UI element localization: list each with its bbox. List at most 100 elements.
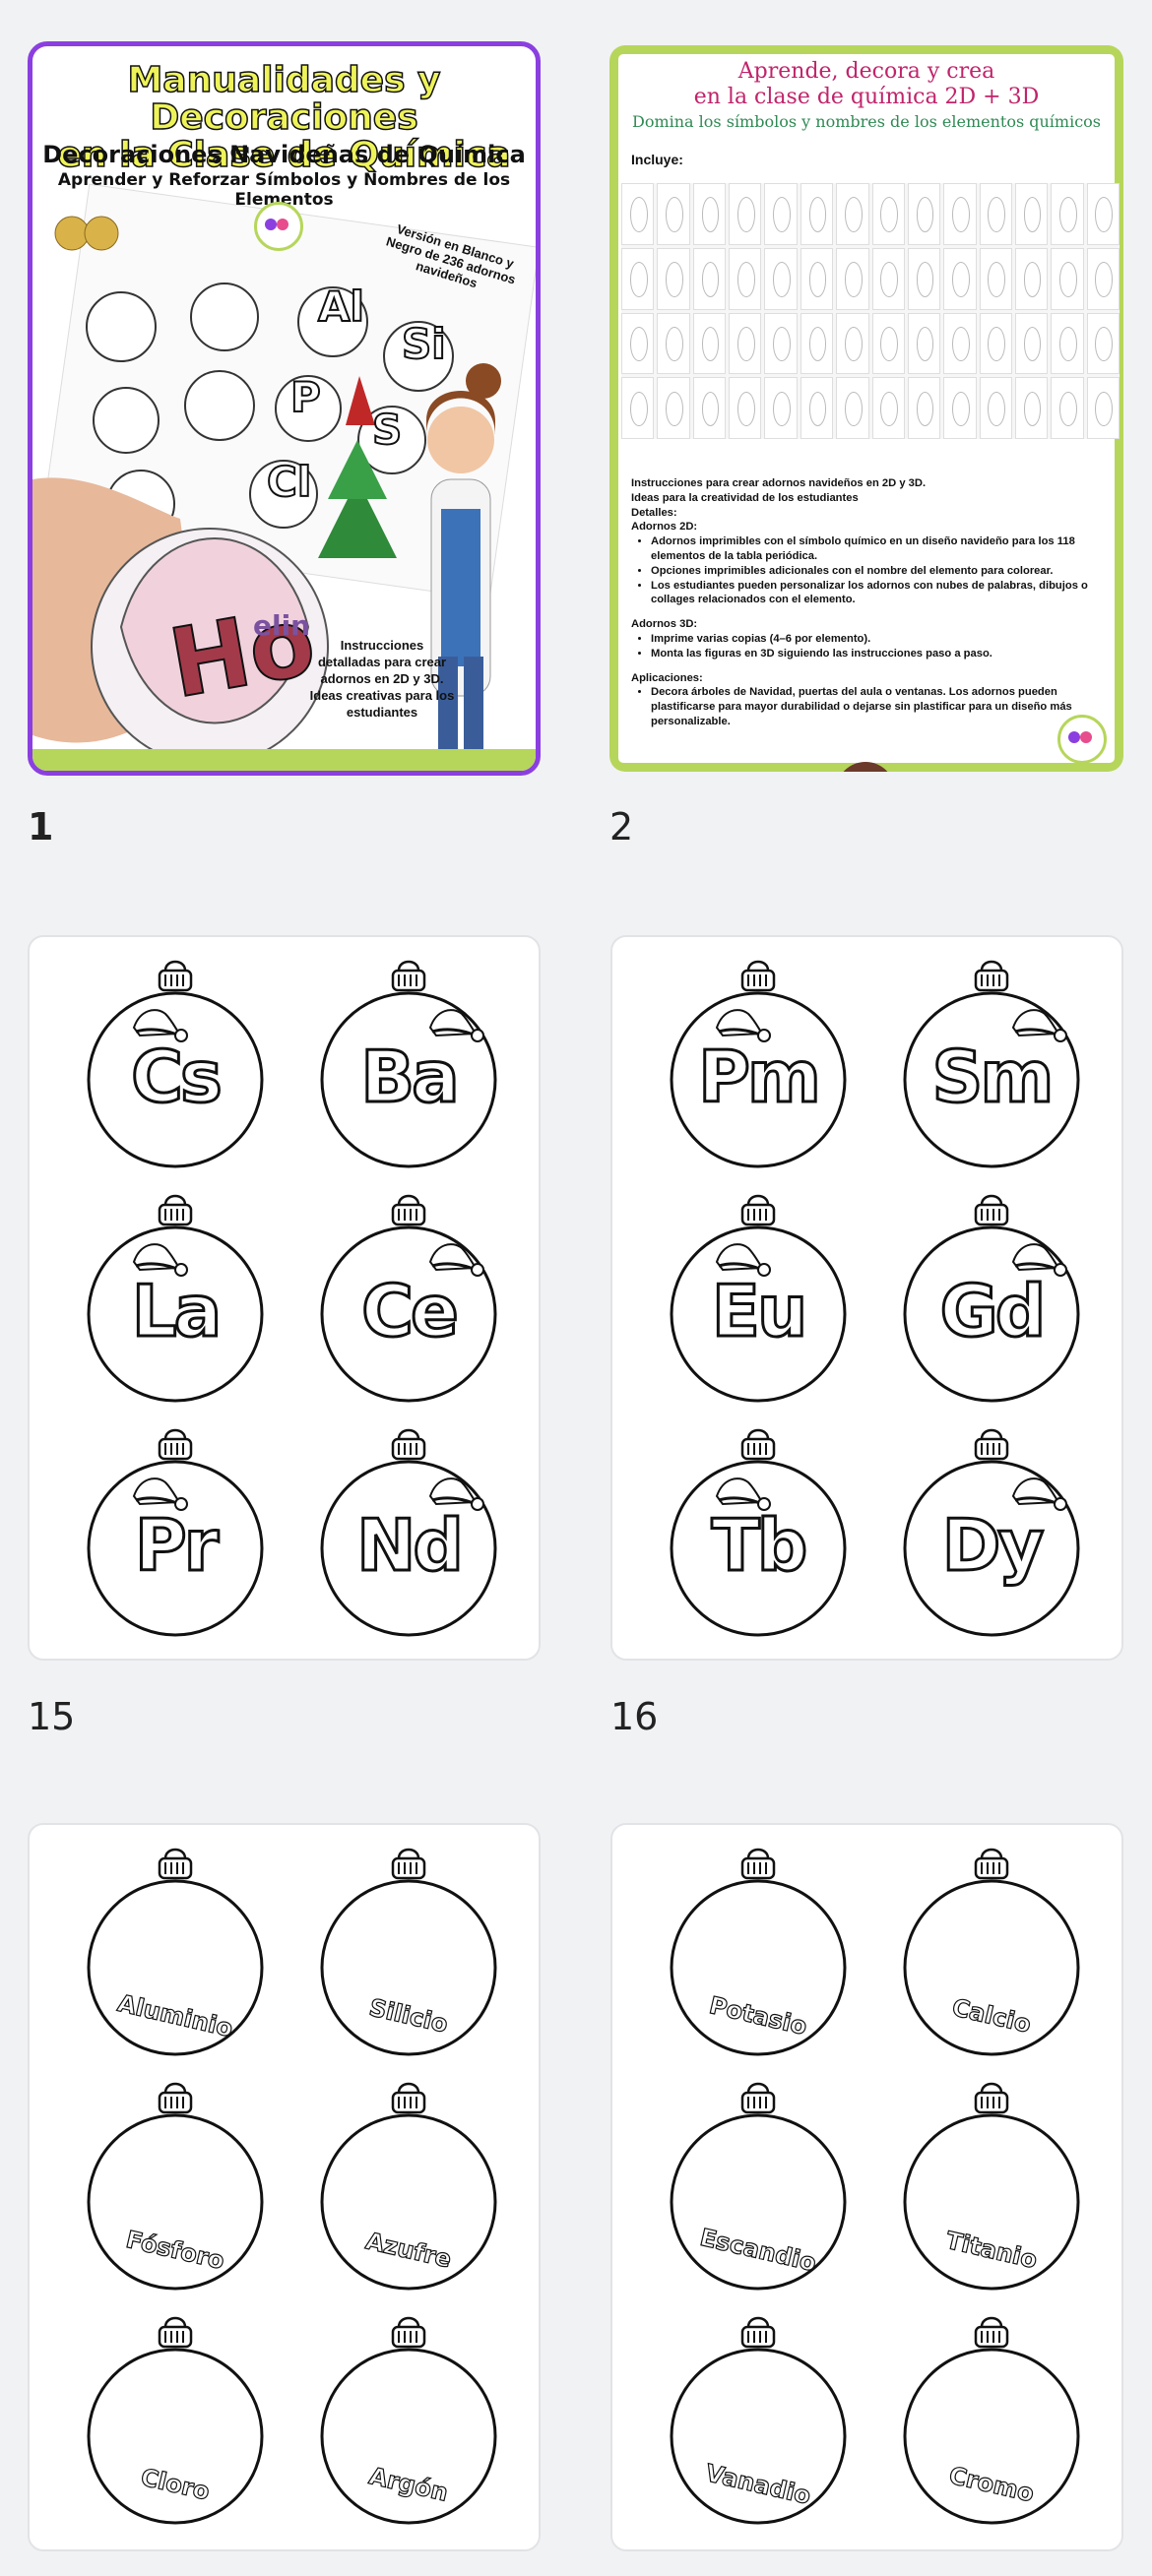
contents-preview-thumb (836, 377, 869, 439)
overview-subtitle: Domina los símbolos y nombres de los ele… (632, 112, 1101, 131)
element-symbol: Tb (710, 1504, 809, 1587)
page-thumbnail-2[interactable]: Aprende, decora y crea en la clase de qu… (609, 45, 1123, 772)
sample-symbol: P (289, 372, 322, 422)
ornament-symbol: Nd (320, 1425, 497, 1637)
ornament-symbol: Pr (87, 1425, 264, 1637)
contents-preview-thumb (907, 377, 941, 439)
element-symbol: Pr (133, 1504, 220, 1587)
contents-preview-thumb (800, 247, 834, 310)
element-symbol: Nd (355, 1504, 466, 1587)
contents-preview-thumb (621, 377, 655, 439)
ornament-name: Silicio (320, 1845, 497, 2056)
contents-preview-thumb (692, 183, 727, 245)
bullet-3d: Imprime varias copias (4–6 por elemento)… (651, 632, 1114, 647)
includes-label: Incluye: (631, 152, 683, 167)
contents-preview-thumb (836, 312, 869, 375)
ornament-name: Cloro (87, 2313, 264, 2525)
contents-preview-thumb (1051, 377, 1084, 439)
contents-preview-thumb (1014, 377, 1049, 439)
contents-preview-thumb (657, 247, 690, 310)
contents-preview-thumb (729, 312, 762, 375)
contents-preview-thumb (1086, 377, 1120, 439)
page-thumbnail-1[interactable]: Manualidades y Decoraciones en la Clase … (28, 41, 541, 776)
contents-preview-thumb (692, 247, 727, 310)
ornament-name: Azufre (320, 2079, 497, 2291)
contents-preview-thumb (1051, 247, 1084, 310)
ornament-symbol: Eu (670, 1191, 847, 1403)
ornament-symbol: Sm (903, 957, 1080, 1168)
bullet-2d: Los estudiantes pueden personalizar los … (651, 579, 1114, 608)
label-3d: Adornos 3D: (631, 618, 698, 631)
contents-preview-thumb (907, 183, 941, 245)
page-thumbnail-16[interactable]: Pm Sm Eu Gd Tb Dy (610, 935, 1123, 1661)
contents-preview-thumb (943, 247, 977, 310)
overview-line: Instrucciones para crear adornos navideñ… (631, 477, 927, 489)
contents-preview-thumb (657, 377, 690, 439)
bullet-2d: Opciones imprimibles adicionales con el … (651, 564, 1114, 579)
contents-preview-thumb (1014, 247, 1049, 310)
applications-label: Aplicaciones: (631, 671, 703, 684)
ornament-name: Fósforo (87, 2079, 264, 2291)
contents-preview-thumb (1014, 183, 1049, 245)
contents-preview-thumb (729, 183, 762, 245)
ornament-symbol: Tb (670, 1425, 847, 1637)
contents-preview-thumb (871, 247, 905, 310)
bullet-app: Decora árboles de Navidad, puertas del a… (651, 685, 1114, 728)
contents-preview-thumb (907, 247, 941, 310)
contents-preview-thumb (1051, 183, 1084, 245)
element-symbol: Dy (940, 1504, 1046, 1587)
ornament-name: Cromo (903, 2313, 1080, 2525)
contents-preview-thumb (1086, 183, 1120, 245)
contents-preview-thumb (621, 312, 655, 375)
element-symbol: Ce (360, 1270, 461, 1352)
contents-preview-thumb (1014, 312, 1049, 375)
bullet-2d: Adornos imprimibles con el símbolo quími… (651, 534, 1114, 564)
overview-line: Detalles: (631, 506, 677, 519)
photo-text: elin (253, 609, 311, 642)
ornament-name: Aluminio (87, 1845, 264, 2056)
sample-symbol: Si (401, 319, 447, 369)
ornament-symbol: Ce (320, 1191, 497, 1403)
page-number: 15 (28, 1695, 76, 1738)
contents-preview-thumb (943, 183, 977, 245)
contents-preview-thumb (979, 183, 1012, 245)
ornament-name: Argón (320, 2313, 497, 2525)
contents-preview-thumb (657, 312, 690, 375)
contents-preview-thumb (692, 312, 727, 375)
ornament-symbol: La (87, 1191, 264, 1403)
element-symbol: Pm (697, 1036, 823, 1118)
ornament-name: Vanadio (670, 2313, 847, 2525)
contents-preview-thumb (836, 247, 869, 310)
ornament-symbol: Pm (670, 957, 847, 1168)
contents-preview-thumb (1051, 312, 1084, 375)
sample-symbol: Cl (266, 457, 312, 507)
contents-preview-thumb (729, 247, 762, 310)
contents-preview-thumb (692, 377, 727, 439)
contents-preview-thumb (907, 312, 941, 375)
element-symbol: Cs (130, 1036, 224, 1118)
ornament-name: Potasio (670, 1845, 847, 2056)
contents-preview-thumb (764, 247, 798, 310)
contents-preview-thumb (800, 377, 834, 439)
element-symbol: Eu (710, 1270, 808, 1352)
contents-preview-thumb (871, 312, 905, 375)
contents-preview-thumb (657, 183, 690, 245)
contents-preview-thumb (764, 377, 798, 439)
ornament-name: Calcio (903, 1845, 1080, 2056)
element-symbol: La (130, 1270, 223, 1352)
bullet-3d: Monta las figuras en 3D siguiendo las in… (651, 647, 1114, 661)
contents-preview-thumb (1086, 312, 1120, 375)
overview-text: Instrucciones para crear adornos navideñ… (631, 476, 1114, 729)
page-thumbnail-names-b[interactable]: Potasio Calcio Escandio Titanio Vanadio … (610, 1823, 1123, 2551)
sample-symbol: S (371, 405, 403, 455)
page-thumbnail-names-a[interactable]: Aluminio Silicio Fósforo Azufre Cloro Ar… (28, 1823, 541, 2551)
ornament-name: Escandio (670, 2079, 847, 2291)
contents-preview-thumb (800, 183, 834, 245)
contents-preview-thumb (800, 312, 834, 375)
contents-preview-thumb (979, 312, 1012, 375)
contents-preview-grid (621, 183, 1120, 439)
contents-preview-thumb (764, 312, 798, 375)
element-symbol: Gd (938, 1270, 1048, 1352)
page-thumbnail-15[interactable]: Cs Ba La Ce Pr Nd (28, 935, 541, 1661)
ornament-symbol: Gd (903, 1191, 1080, 1403)
